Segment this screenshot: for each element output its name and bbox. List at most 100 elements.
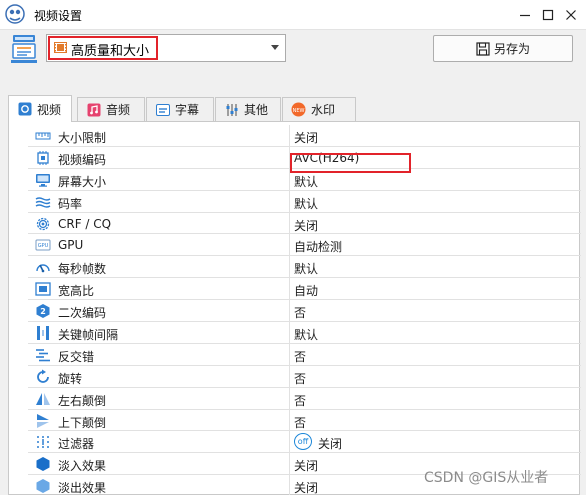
setting-name: 反交错	[58, 349, 95, 364]
sliders-icon	[224, 102, 239, 117]
tab-label: 水印	[311, 103, 336, 117]
setting-row-keyframe-interval[interactable]: 关键帧间隔 默认	[28, 322, 581, 344]
tab-audio[interactable]: 音频	[77, 97, 145, 121]
gear-icon	[35, 216, 51, 232]
setting-value: 否	[294, 393, 307, 408]
filter-icon	[35, 434, 51, 450]
setting-name: 每秒帧数	[58, 262, 107, 277]
app-logo-icon	[5, 4, 25, 24]
setting-row-aspect-ratio[interactable]: 宽高比 自动	[28, 278, 581, 301]
maximize-icon	[542, 9, 554, 21]
preset-list-icon	[11, 35, 37, 63]
svg-text:GPU: GPU	[38, 244, 49, 250]
deinterlace-icon	[35, 347, 51, 363]
setting-row-crf-cq[interactable]: CRF / CQ 关闭	[28, 212, 581, 235]
setting-row-two-pass[interactable]: 2 二次编码 否	[28, 300, 581, 323]
save-as-button[interactable]: 另存为	[433, 35, 573, 62]
setting-value: 否	[294, 371, 307, 386]
toggle-off-icon[interactable]: off	[294, 433, 312, 451]
rotate-icon	[35, 369, 51, 385]
close-icon	[566, 10, 576, 20]
keyframe-icon	[35, 325, 51, 341]
flip-horizontal-icon	[35, 391, 51, 407]
flip-vertical-icon	[35, 413, 51, 429]
tab-label: 音频	[106, 103, 131, 117]
minimize-icon	[520, 14, 530, 17]
setting-row-deinterlace[interactable]: 反交错 否	[28, 343, 581, 366]
tab-video[interactable]: 视频	[8, 95, 72, 122]
setting-row-flip-horizontal[interactable]: 左右颠倒 否	[28, 387, 581, 410]
title-bar: 视频设置	[0, 0, 586, 30]
setting-row-gpu[interactable]: GPU GPU 自动检测	[28, 234, 581, 257]
setting-name: 淡出效果	[58, 481, 107, 495]
setting-value: 关闭	[294, 459, 319, 474]
setting-value: 关闭	[318, 437, 343, 452]
music-note-icon	[86, 102, 101, 117]
tab-watermark[interactable]: NEW 水印	[282, 97, 356, 121]
ruler-icon	[35, 128, 51, 144]
setting-name: 大小限制	[58, 131, 107, 145]
tab-label: 其他	[244, 103, 269, 117]
save-disk-icon	[476, 41, 490, 56]
subtitle-icon	[155, 102, 170, 117]
setting-row-fps[interactable]: 每秒帧数 默认	[28, 256, 581, 279]
aspect-ratio-icon	[35, 281, 51, 297]
speedometer-icon	[35, 259, 51, 275]
save-as-label: 另存为	[493, 42, 530, 56]
video-settings-icon	[17, 102, 32, 117]
chevron-down-icon	[271, 45, 279, 50]
gpu-icon: GPU	[35, 237, 51, 253]
setting-name: 屏幕大小	[58, 174, 107, 189]
film-icon	[54, 42, 67, 53]
codec-highlight-box	[290, 153, 411, 173]
setting-value: 关闭	[294, 131, 319, 145]
setting-name: 二次编码	[58, 306, 107, 321]
maximize-button[interactable]	[538, 5, 558, 25]
setting-value: 默认	[294, 328, 319, 343]
tab-label: 视频	[37, 102, 62, 117]
setting-row-bitrate[interactable]: 码率 默认	[28, 190, 581, 213]
two-pass-icon: 2	[35, 303, 51, 319]
setting-value: 关闭	[294, 218, 319, 233]
setting-name: 关键帧间隔	[58, 328, 119, 343]
tab-other[interactable]: 其他	[215, 97, 281, 121]
svg-text:NEW: NEW	[293, 108, 305, 114]
video-settings-panel: 大小限制 关闭 视频编码 AVC(H264) 屏幕大小 默认 码率 默认 CRF…	[8, 121, 581, 495]
setting-name: 码率	[58, 196, 83, 211]
chip-icon	[35, 150, 51, 166]
fade-out-icon	[35, 478, 51, 494]
tab-subtitle[interactable]: 字幕	[146, 97, 214, 121]
tab-label: 字幕	[175, 103, 200, 117]
setting-value: 默认	[294, 262, 319, 277]
new-badge-icon: NEW	[291, 102, 306, 117]
setting-name: 旋转	[58, 371, 83, 386]
setting-name: 淡入效果	[58, 459, 107, 474]
setting-name: 宽高比	[58, 284, 95, 299]
setting-name: 左右颠倒	[58, 393, 107, 408]
fade-in-icon	[35, 456, 51, 472]
setting-name: CRF / CQ	[58, 216, 112, 231]
minimize-button[interactable]	[515, 5, 535, 25]
property-grid: 大小限制 关闭 视频编码 AVC(H264) 屏幕大小 默认 码率 默认 CRF…	[28, 125, 581, 495]
setting-row-size-limit[interactable]: 大小限制 关闭	[28, 125, 581, 147]
setting-value: 否	[294, 306, 307, 321]
setting-row-rotate[interactable]: 旋转 否	[28, 365, 581, 388]
setting-value: 否	[294, 349, 307, 364]
watermark-text: CSDN @GIS从业者	[424, 470, 549, 486]
setting-value: 否	[294, 415, 307, 430]
setting-value: 自动检测	[294, 240, 343, 255]
setting-value: 默认	[294, 196, 319, 211]
setting-name: 过滤器	[58, 437, 95, 452]
setting-row-flip-vertical[interactable]: 上下颠倒 否	[28, 409, 581, 432]
close-button[interactable]	[561, 5, 581, 25]
setting-value: 默认	[294, 174, 319, 189]
setting-value: 自动	[294, 284, 319, 299]
preset-value: 高质量和大小	[71, 44, 150, 59]
setting-name: GPU	[58, 238, 84, 253]
setting-value: 关闭	[294, 481, 319, 495]
setting-name: 上下颠倒	[58, 415, 107, 430]
preset-dropdown[interactable]: 高质量和大小	[46, 34, 286, 62]
setting-row-filter[interactable]: 过滤器 off 关闭	[28, 431, 581, 454]
monitor-icon	[35, 172, 51, 188]
window-title: 视频设置	[34, 9, 83, 23]
